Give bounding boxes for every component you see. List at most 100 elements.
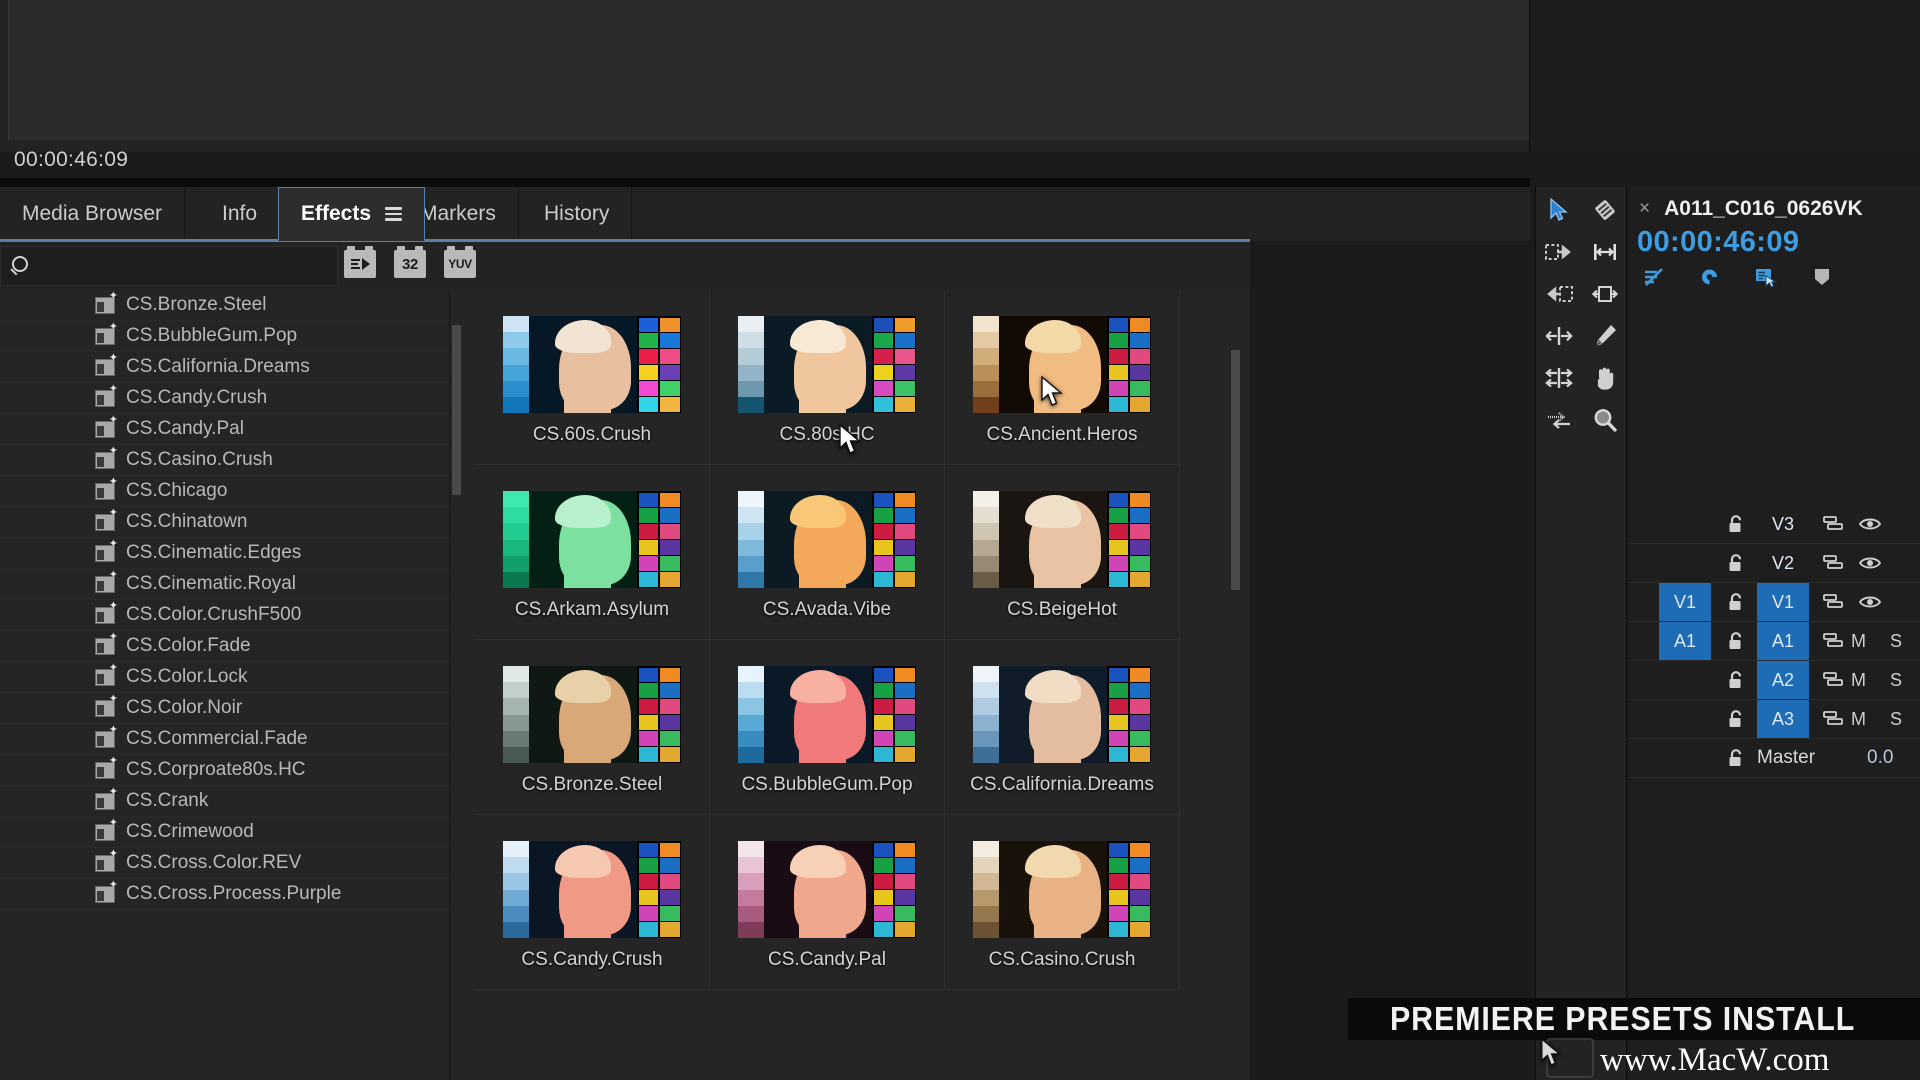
close-icon[interactable]: ×	[1639, 198, 1650, 220]
sync-lock-icon[interactable]	[1821, 554, 1847, 572]
effect-list-item[interactable]: CS.Chicago	[0, 476, 449, 507]
timeline-track-header-v3[interactable]: V3	[1629, 505, 1920, 544]
tab-history[interactable]: History	[522, 187, 633, 241]
add-marker-icon[interactable]	[1809, 265, 1835, 289]
effect-list-item[interactable]: CS.Color.CrushF500	[0, 600, 449, 631]
effect-thumbnail-cell[interactable]: CS.BubbleGum.Pop	[710, 640, 945, 815]
razor-tool[interactable]	[1582, 193, 1628, 226]
tab-info[interactable]: Info	[200, 187, 281, 241]
track-lock-icon[interactable]	[1725, 514, 1747, 534]
track-target-v2[interactable]: V2	[1757, 544, 1809, 582]
search-input[interactable]	[31, 256, 337, 276]
track-visibility-eye-icon[interactable]	[1857, 555, 1883, 571]
effect-thumbnail-cell[interactable]: CS.California.Dreams	[945, 640, 1180, 815]
slip-tool[interactable]	[1536, 361, 1582, 394]
effect-list-item[interactable]: CS.Bronze.Steel	[0, 290, 449, 321]
effect-thumbnail-cell[interactable]: CS.80s.HC	[710, 290, 945, 465]
effect-preview-thumbnail[interactable]	[738, 316, 916, 413]
track-lock-icon[interactable]	[1725, 631, 1747, 651]
sync-lock-icon[interactable]	[1821, 671, 1847, 689]
track-mute-button[interactable]: M	[1851, 709, 1866, 730]
effect-list-item[interactable]: CS.Color.Fade	[0, 631, 449, 662]
effect-list-item[interactable]: CS.Cinematic.Edges	[0, 538, 449, 569]
pen-tool[interactable]	[1582, 319, 1628, 352]
effect-list-item[interactable]: CS.Color.Lock	[0, 662, 449, 693]
sync-lock-icon[interactable]	[1821, 593, 1847, 611]
timeline-track-header-v2[interactable]: V2	[1629, 544, 1920, 583]
track-visibility-eye-icon[interactable]	[1857, 594, 1883, 610]
master-volume-value[interactable]: 0.0	[1867, 747, 1893, 769]
tab-effects[interactable]: Effects	[278, 187, 426, 241]
panel-divider[interactable]	[0, 178, 1530, 187]
panel-menu-icon[interactable]	[385, 207, 403, 221]
insert-overwrite-source-patching-icon[interactable]	[1641, 265, 1667, 289]
effect-list-item[interactable]: CS.Chinatown	[0, 507, 449, 538]
source-patch-a1[interactable]: A1	[1659, 622, 1711, 660]
effect-thumbnail-cell[interactable]: CS.Ancient.Heros	[945, 290, 1180, 465]
effect-preview-thumbnail[interactable]	[973, 666, 1151, 763]
effect-preview-thumbnail[interactable]	[503, 841, 681, 938]
track-target-a3[interactable]: A3	[1757, 700, 1809, 738]
track-lock-icon[interactable]	[1725, 748, 1747, 768]
sequence-name[interactable]: A011_C016_0626VK	[1664, 197, 1863, 221]
effect-preview-thumbnail[interactable]	[973, 841, 1151, 938]
track-mute-button[interactable]: M	[1851, 631, 1866, 652]
effect-list-item[interactable]: CS.Casino.Crush	[0, 445, 449, 476]
effect-list-item[interactable]: CS.Cross.Process.Purple	[0, 879, 449, 910]
track-target-v3[interactable]: V3	[1757, 505, 1809, 543]
sync-lock-icon[interactable]	[1821, 632, 1847, 650]
grid-scrollbar[interactable]	[1231, 350, 1240, 590]
rolling-edit-tool[interactable]	[1582, 277, 1628, 310]
effect-preview-thumbnail[interactable]	[973, 316, 1151, 413]
effect-thumbnail-cell[interactable]: CS.Casino.Crush	[945, 815, 1180, 990]
effect-list-item[interactable]: CS.Color.Noir	[0, 693, 449, 724]
timeline-track-header-master[interactable]: Master 0.0	[1629, 739, 1920, 778]
timeline-playhead-timecode[interactable]: 00:00:46:09	[1629, 226, 1920, 259]
32-bit-color-badge[interactable]: 32	[394, 246, 426, 278]
track-lock-icon[interactable]	[1725, 592, 1747, 612]
timeline-track-header-a2[interactable]: A2 M S	[1629, 661, 1920, 700]
effect-thumbnail-cell[interactable]: CS.Bronze.Steel	[475, 640, 710, 815]
program-monitor-timecode[interactable]: 00:00:46:09	[14, 148, 128, 172]
effect-preview-thumbnail[interactable]	[503, 491, 681, 588]
effects-thumbnail-grid[interactable]: CS.60s.Crush CS.80s.HC CS.Ancient.Heros CS.…	[470, 290, 1250, 1080]
effect-list-item[interactable]: CS.BubbleGum.Pop	[0, 321, 449, 352]
effect-list-item[interactable]: CS.Cross.Color.REV	[0, 848, 449, 879]
track-target-a2[interactable]: A2	[1757, 661, 1809, 699]
linked-selection-icon[interactable]	[1753, 265, 1779, 289]
timeline-track-header-a1[interactable]: A1 A1 M S	[1629, 622, 1920, 661]
effect-thumbnail-cell[interactable]: CS.BeigeHot	[945, 465, 1180, 640]
track-lock-icon[interactable]	[1725, 709, 1747, 729]
slide-tool[interactable]	[1536, 403, 1582, 436]
effects-tree-list[interactable]: CS.Bronze.Steel CS.BubbleGum.Pop CS.Califo…	[0, 290, 450, 1080]
track-solo-button[interactable]: S	[1890, 709, 1902, 730]
sync-lock-icon[interactable]	[1821, 515, 1847, 533]
effect-thumbnail-cell[interactable]: CS.Avada.Vibe	[710, 465, 945, 640]
effect-list-item[interactable]: CS.Corproate80s.HC	[0, 755, 449, 786]
effect-preview-thumbnail[interactable]	[503, 316, 681, 413]
track-solo-button[interactable]: S	[1890, 670, 1902, 691]
effect-thumbnail-cell[interactable]: CS.Candy.Crush	[475, 815, 710, 990]
track-solo-button[interactable]: S	[1890, 631, 1902, 652]
program-monitor-canvas[interactable]	[8, 0, 1529, 140]
effect-list-item[interactable]: CS.Crimewood	[0, 817, 449, 848]
rate-stretch-tool[interactable]	[1536, 319, 1582, 352]
source-patch-v1[interactable]: V1	[1659, 583, 1711, 621]
track-target-v1[interactable]: V1	[1757, 583, 1809, 621]
snap-magnet-icon[interactable]	[1697, 265, 1723, 289]
track-target-a1[interactable]: A1	[1757, 622, 1809, 660]
effect-preview-thumbnail[interactable]	[503, 666, 681, 763]
timeline-track-header-v1[interactable]: V1 V1	[1629, 583, 1920, 622]
track-lock-icon[interactable]	[1725, 553, 1747, 573]
effect-preview-thumbnail[interactable]	[738, 491, 916, 588]
search-field-wrapper[interactable]	[0, 246, 338, 286]
track-visibility-eye-icon[interactable]	[1857, 516, 1883, 532]
selection-tool[interactable]	[1536, 193, 1582, 226]
accelerated-effects-badge[interactable]	[344, 246, 376, 278]
track-lock-icon[interactable]	[1725, 670, 1747, 690]
hand-tool[interactable]	[1582, 361, 1628, 394]
yuv-effects-badge[interactable]: YUV	[444, 246, 476, 278]
effect-list-item[interactable]: CS.Cinematic.Royal	[0, 569, 449, 600]
effect-thumbnail-cell[interactable]: CS.Candy.Pal	[710, 815, 945, 990]
effect-list-item[interactable]: CS.Candy.Pal	[0, 414, 449, 445]
